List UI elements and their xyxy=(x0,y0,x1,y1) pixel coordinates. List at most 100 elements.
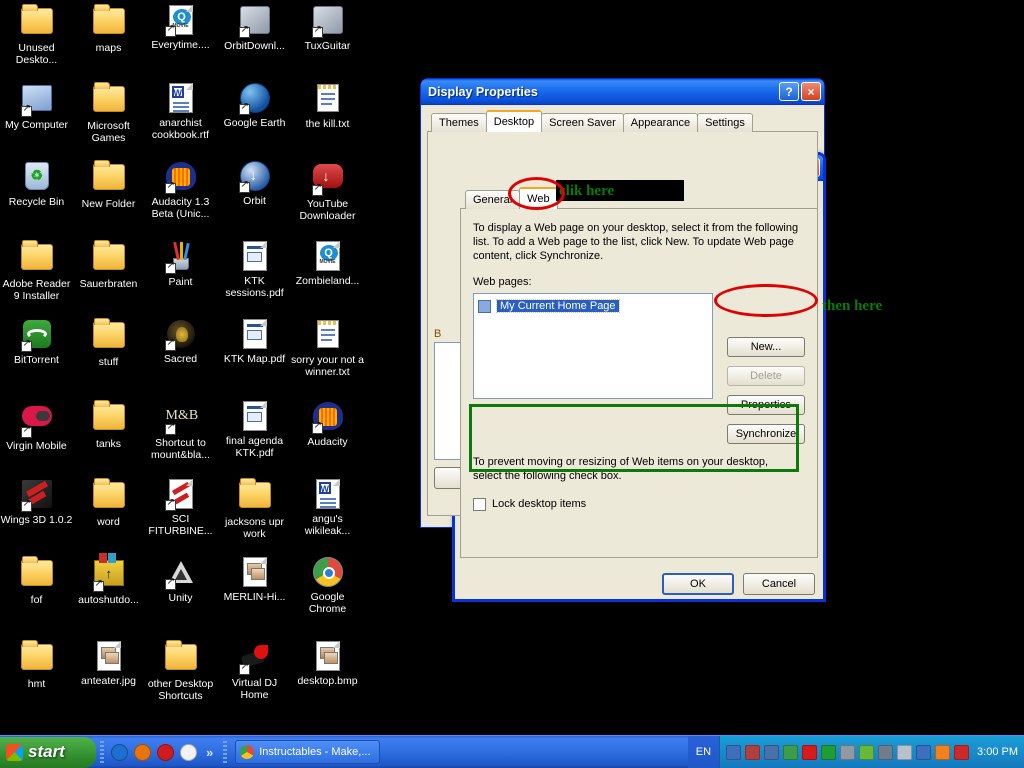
tab-screen-saver[interactable]: Screen Saver xyxy=(541,113,624,132)
desktop-icon-orbitdownl[interactable]: OrbitDownl... xyxy=(218,4,291,53)
desktop-icon-youtube-downloader[interactable]: ↓YouTube Downloader xyxy=(291,160,364,222)
desktop-icon-anarchist-cookbook-rtf[interactable]: Wanarchist cookbook.rtf xyxy=(144,82,217,141)
flame-icon[interactable] xyxy=(935,744,951,760)
desktop-icon-final-agenda-ktk-pdf[interactable]: final agenda KTK.pdf xyxy=(218,400,291,459)
cancel-button[interactable]: Cancel xyxy=(743,573,815,595)
quicklaunch-bar[interactable] xyxy=(108,743,200,761)
notepad-icon[interactable] xyxy=(180,743,197,761)
desktop-icon-word[interactable]: word xyxy=(72,478,145,529)
desktop-items-dialog[interactable]: Desktop Items ? × GeneralWeb To display … xyxy=(452,152,826,602)
tab-settings[interactable]: Settings xyxy=(697,113,753,132)
desktop-icon-merlin-hi[interactable]: MERLIN-Hi... xyxy=(218,556,291,604)
desktop-icon-sci-fiturbine[interactable]: SCI FITURBINE... xyxy=(144,478,217,537)
desktop-icon-desktop-bmp[interactable]: desktop.bmp xyxy=(291,640,364,688)
desktop-icon-adobe-reader-9-installer[interactable]: Adobe Reader 9 Installer xyxy=(0,240,73,302)
volume-icon[interactable] xyxy=(840,744,856,760)
desktop-icon-unused-deskto[interactable]: Unused Deskto... xyxy=(0,4,73,66)
desktop-icon-stuff[interactable]: stuff xyxy=(72,318,145,369)
desktop-icon-audacity[interactable]: Audacity xyxy=(291,400,364,449)
desktop-icon-audacity-1-3-beta-unic[interactable]: Audacity 1.3 Beta (Unic... xyxy=(144,160,217,220)
tab-general[interactable]: General xyxy=(465,190,521,209)
taskbar-window-button[interactable]: Instructables - Make,... xyxy=(235,740,380,764)
quicklaunch-grip[interactable] xyxy=(100,741,104,763)
tab-themes[interactable]: Themes xyxy=(431,113,487,132)
desktop-icon-microsoft-games[interactable]: Microsoft Games xyxy=(72,82,145,144)
desktop-icon-zombieland[interactable]: Q MOVIE Zombieland... xyxy=(291,240,364,288)
desktop-icon-angu-s-wikileak[interactable]: Wangu's wikileak... xyxy=(291,478,364,537)
tray-icons[interactable] xyxy=(724,744,971,760)
web-pages-listbox[interactable]: My Current Home Page xyxy=(473,293,713,399)
desktop-icon-my-computer[interactable]: My Computer xyxy=(0,82,73,132)
desktop-icon-virtual-dj-home[interactable]: Virtual DJ Home xyxy=(218,640,291,701)
lock-desktop-items-checkbox[interactable] xyxy=(473,497,486,511)
desktop-icon-paint[interactable]: Paint xyxy=(144,240,217,289)
desktop-icon-anteater-jpg[interactable]: anteater.jpg xyxy=(72,640,145,688)
language-bar[interactable]: EN xyxy=(687,735,720,768)
start-button[interactable]: start xyxy=(0,736,96,768)
desktop-icon-sauerbraten[interactable]: Sauerbraten xyxy=(72,240,145,291)
desktop-icon-google-earth[interactable]: Google Earth xyxy=(218,82,291,130)
display-properties-titlebar[interactable]: Display Properties ? × xyxy=(421,79,824,105)
security-lock-icon[interactable] xyxy=(783,744,799,760)
desktop-icon-tuxguitar[interactable]: TuxGuitar xyxy=(291,4,364,53)
desktop-icon-google-chrome[interactable]: Google Chrome xyxy=(291,556,364,615)
taskbar[interactable]: start » Instructables - Make,... EN 3:00… xyxy=(0,735,1024,768)
desktop-icon-new-folder[interactable]: New Folder xyxy=(72,160,145,211)
folder-icon xyxy=(92,160,125,196)
desktop-icon-sacred[interactable]: Sacred xyxy=(144,318,217,366)
desktop-icon-sorry-your-not-a-winner-txt[interactable]: sorry your not a winner.txt xyxy=(291,318,364,378)
antivirus-shield-icon[interactable] xyxy=(954,744,970,760)
update-error-icon[interactable] xyxy=(916,744,932,760)
shortcut-icon[interactable] xyxy=(859,744,875,760)
desktop-icon-everytime[interactable]: QMOVIE Everytime.... xyxy=(144,4,217,52)
task-buttons[interactable]: Instructables - Make,... xyxy=(231,740,688,764)
desktop-icon-label: Audacity xyxy=(307,436,348,448)
firefox-icon[interactable] xyxy=(134,743,151,761)
properties-button[interactable]: Properties xyxy=(727,395,805,415)
ok-button[interactable]: OK xyxy=(662,573,734,595)
network-error-icon[interactable] xyxy=(764,744,780,760)
tab-web[interactable]: Web xyxy=(519,187,558,209)
synchronize-button[interactable]: Synchronize xyxy=(727,424,805,444)
web-page-name: My Current Home Page xyxy=(496,299,620,313)
web-tab-panel: To display a Web page on your desktop, s… xyxy=(460,208,818,558)
desktop-icon-hmt[interactable]: hmt xyxy=(0,640,73,691)
desktop-icon-autoshutdo[interactable]: ↑ autoshutdo... xyxy=(72,553,145,607)
help-button[interactable]: ? xyxy=(779,82,799,101)
close-icon[interactable]: × xyxy=(801,82,821,101)
printer-icon[interactable] xyxy=(897,744,913,760)
network-icon[interactable] xyxy=(726,744,742,760)
tray-clock[interactable]: 3:00 PM xyxy=(977,746,1018,758)
flash-power-icon[interactable] xyxy=(821,744,837,760)
quicklaunch-overflow-icon[interactable]: » xyxy=(206,745,213,760)
desktop-icon-ktk-sessions-pdf[interactable]: KTK sessions.pdf xyxy=(218,240,291,299)
desktop-icon-recycle-bin[interactable]: ♻ Recycle Bin xyxy=(0,160,73,209)
tab-desktop[interactable]: Desktop xyxy=(485,110,543,132)
desktop-icon-the-kill-txt[interactable]: the kill.txt xyxy=(291,82,364,131)
opera-09-icon[interactable] xyxy=(157,743,174,761)
new-button[interactable]: New... xyxy=(727,337,805,357)
desktop-icon-tanks[interactable]: tanks xyxy=(72,400,145,451)
desktop-icon-jacksons-upr-work[interactable]: jacksons upr work xyxy=(218,478,291,540)
tab-appearance[interactable]: Appearance xyxy=(622,113,699,132)
desktop-icon-unity[interactable]: Unity xyxy=(144,556,217,605)
desktop-icon-maps[interactable]: maps xyxy=(72,4,145,55)
desktop-icon-other-desktop-shortcuts[interactable]: other Desktop Shortcuts xyxy=(144,640,217,702)
desktop-icon-fof[interactable]: fof xyxy=(0,556,73,607)
desktop-icon-bittorrent[interactable]: BitTorrent xyxy=(0,318,73,367)
folder-icon xyxy=(92,478,125,514)
network-disconnected-icon[interactable] xyxy=(745,744,761,760)
desktop-icon-wings-3d-1-0-2[interactable]: Wings 3D 1.0.2 xyxy=(0,478,73,527)
system-tray[interactable]: 3:00 PM xyxy=(719,735,1024,768)
display-properties-tabs[interactable]: Themes Desktop Screen Saver Appearance Setti… xyxy=(427,110,818,132)
desktop-icon-shortcut-to-mount-bla[interactable]: M&BShortcut to mount&bla... xyxy=(144,400,217,461)
desktop-icon-orbit[interactable]: ↓ Orbit xyxy=(218,160,291,208)
desktop-icon-ktk-map-pdf[interactable]: KTK Map.pdf xyxy=(218,318,291,366)
web-page-list-item[interactable]: My Current Home Page xyxy=(478,298,708,314)
drive-error-icon[interactable] xyxy=(878,744,894,760)
desktop-icon-virgin-mobile[interactable]: Virgin Mobile xyxy=(0,400,73,453)
web-page-checkbox[interactable] xyxy=(478,299,491,313)
show-desktop-icon[interactable] xyxy=(111,743,128,761)
taskbar-grip[interactable] xyxy=(223,741,228,763)
ati-catalyst-icon[interactable] xyxy=(802,744,818,760)
